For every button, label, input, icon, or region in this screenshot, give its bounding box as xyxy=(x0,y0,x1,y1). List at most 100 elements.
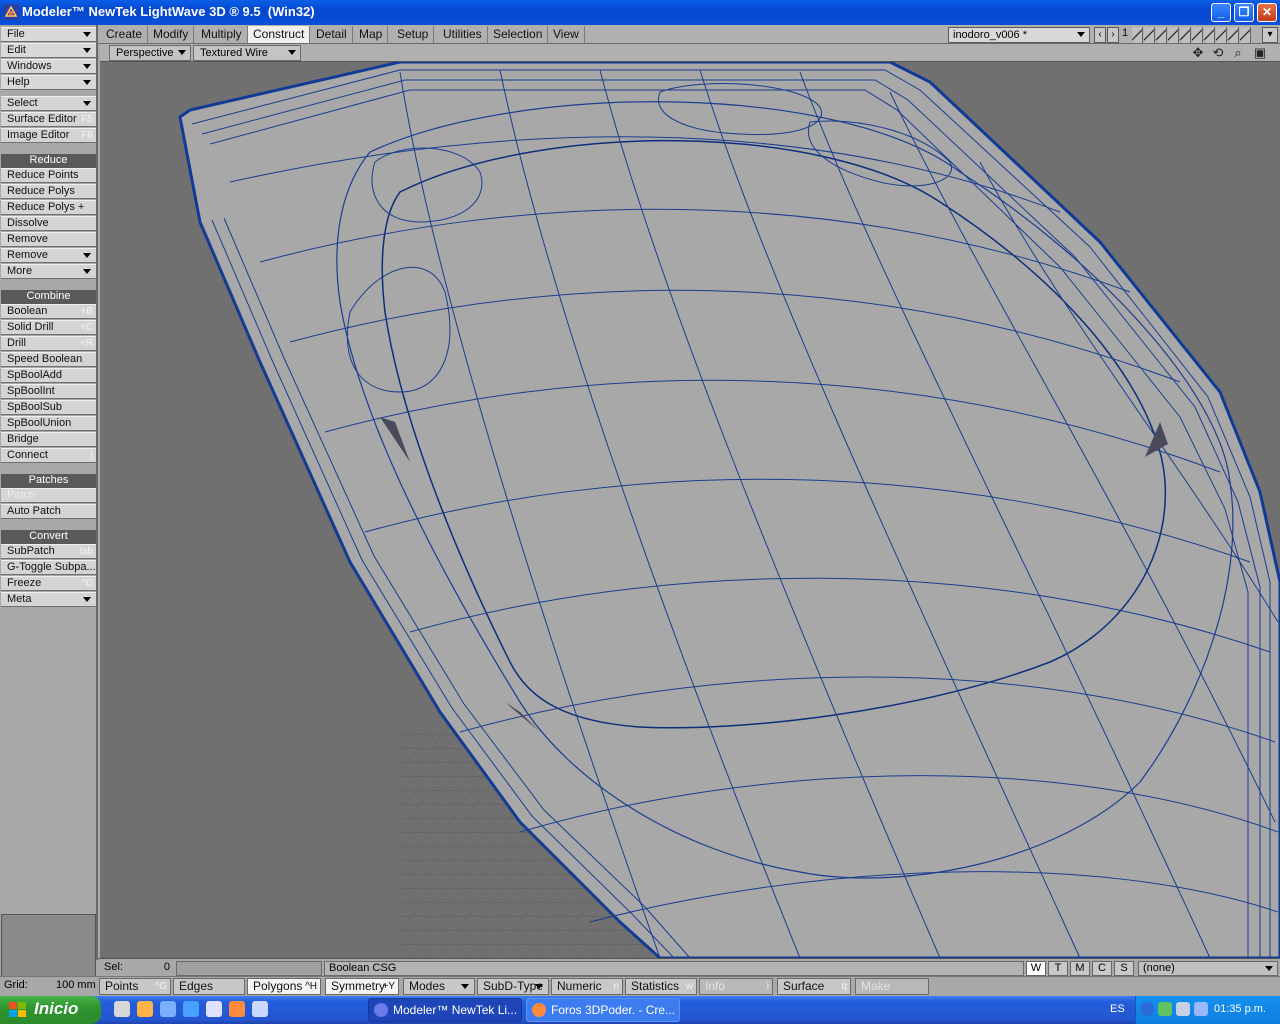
network-icon[interactable] xyxy=(1176,1002,1190,1016)
quicklaunch-icon[interactable] xyxy=(114,1001,130,1017)
spboolsub-button[interactable]: SpBoolSub xyxy=(1,400,96,415)
rotate-view-icon[interactable]: ⟲ xyxy=(1210,45,1226,61)
help-menu[interactable]: Help xyxy=(1,75,96,90)
wtmcs-toggle-t[interactable]: T xyxy=(1048,961,1068,976)
minimize-button[interactable]: _ xyxy=(1211,3,1231,22)
object-selector[interactable]: inodoro_v006 * xyxy=(948,27,1090,43)
language-indicator[interactable]: ES xyxy=(1110,1003,1125,1015)
layer-menu-button[interactable]: ▾ xyxy=(1262,27,1278,43)
reduce-points-button[interactable]: Reduce Points xyxy=(1,168,96,183)
edges-mode-button[interactable]: Edges xyxy=(173,978,245,995)
remove-menu[interactable]: Remove xyxy=(1,248,96,263)
wtmcs-toggle-w[interactable]: W xyxy=(1026,961,1046,976)
wtmcs-toggle-m[interactable]: M xyxy=(1070,961,1090,976)
layer-slot[interactable] xyxy=(1192,27,1203,43)
quicklaunch-icon[interactable] xyxy=(137,1001,153,1017)
close-button[interactable]: ✕ xyxy=(1257,3,1277,22)
more-menu[interactable]: More xyxy=(1,264,96,279)
layer-slot[interactable] xyxy=(1180,27,1191,43)
wtmcs-toggle-s[interactable]: S xyxy=(1114,961,1134,976)
tab-view[interactable]: View xyxy=(548,26,585,43)
modes-menu[interactable]: Modes xyxy=(403,978,475,995)
taskbar-item-firefox[interactable]: Foros 3DPoder. - Cre... xyxy=(526,998,680,1022)
move-view-icon[interactable]: ✥ xyxy=(1190,45,1206,61)
wtmcs-toggle-c[interactable]: C xyxy=(1092,961,1112,976)
statistics-button[interactable]: Statistics w xyxy=(625,978,697,995)
start-button[interactable]: Inicio xyxy=(0,996,101,1024)
reduce-polys-plus-button[interactable]: Reduce Polys + xyxy=(1,200,96,215)
tab-map[interactable]: Map xyxy=(354,26,389,43)
render-mode-select[interactable]: Textured Wire xyxy=(193,45,301,61)
perspective-viewport[interactable] xyxy=(100,62,1280,958)
layer-slot[interactable] xyxy=(1156,27,1167,43)
layer-slot[interactable] xyxy=(1132,27,1143,43)
edit-menu[interactable]: Edit xyxy=(1,43,96,58)
maximize-view-icon[interactable]: ▣ xyxy=(1252,45,1268,61)
surface-filter-select[interactable]: (none) xyxy=(1138,961,1278,976)
zoom-view-icon[interactable]: ⌕ xyxy=(1230,45,1246,61)
boolean-button[interactable]: Boolean +B xyxy=(1,304,96,319)
help-menu-label: Help xyxy=(7,76,30,88)
restore-button[interactable]: ❐ xyxy=(1234,3,1254,22)
chevron-down-icon xyxy=(178,50,186,55)
layer-slot[interactable] xyxy=(1144,27,1155,43)
subpatch-button[interactable]: SubPatch tab xyxy=(1,544,96,559)
layer-slot[interactable] xyxy=(1216,27,1227,43)
points-mode-button[interactable]: Points ^G xyxy=(99,978,171,995)
prev-layer-button[interactable]: ‹ xyxy=(1094,27,1106,43)
layer-slot[interactable] xyxy=(1240,27,1251,43)
layer-slot[interactable] xyxy=(1204,27,1215,43)
tab-selection[interactable]: Selection xyxy=(488,26,549,43)
meta-menu[interactable]: Meta xyxy=(1,592,96,607)
firefox-icon[interactable] xyxy=(229,1001,245,1017)
speed-boolean-button[interactable]: Speed Boolean xyxy=(1,352,96,367)
tab-modify[interactable]: Modify xyxy=(148,26,195,43)
symmetry-toggle[interactable]: Symmetry +Y xyxy=(325,978,399,995)
spbooladd-button[interactable]: SpBoolAdd xyxy=(1,368,96,383)
layer-slot[interactable] xyxy=(1228,27,1239,43)
view-mode-select[interactable]: Perspective xyxy=(109,45,191,61)
surface-editor-button[interactable]: Surface Editor F5 xyxy=(1,112,96,127)
tab-construct[interactable]: Construct xyxy=(248,26,311,43)
network-icon[interactable] xyxy=(1158,1002,1172,1016)
spboolunion-button[interactable]: SpBoolUnion xyxy=(1,416,96,431)
layer-slot[interactable] xyxy=(1168,27,1179,43)
remove-button[interactable]: Remove xyxy=(1,232,96,247)
taskbar-item-modeler[interactable]: Modeler™ NewTek Li... xyxy=(368,998,522,1022)
info-button[interactable]: Info i xyxy=(699,978,773,995)
quicklaunch-icon[interactable] xyxy=(160,1001,176,1017)
surface-button[interactable]: Surface q xyxy=(777,978,851,995)
quicklaunch-icon[interactable] xyxy=(183,1001,199,1017)
button-label: G-Toggle Subpa... xyxy=(7,561,96,573)
next-layer-button[interactable]: › xyxy=(1107,27,1119,43)
tab-multiply[interactable]: Multiply xyxy=(196,26,248,43)
g-toggle-subpatch-button[interactable]: G-Toggle Subpa... xyxy=(1,560,96,575)
quicklaunch-icon[interactable] xyxy=(206,1001,222,1017)
reduce-polys-button[interactable]: Reduce Polys xyxy=(1,184,96,199)
file-menu[interactable]: File xyxy=(1,27,96,42)
button-label: Polygons xyxy=(253,979,303,993)
spboolint-button[interactable]: SpBoolInt xyxy=(1,384,96,399)
dissolve-button[interactable]: Dissolve xyxy=(1,216,96,231)
drill-button[interactable]: Drill +R xyxy=(1,336,96,351)
tab-utilities[interactable]: Utilities xyxy=(438,26,488,43)
subd-type-menu[interactable]: SubD-Type xyxy=(477,978,549,995)
select-menu[interactable]: Select xyxy=(1,96,96,111)
patch-button[interactable]: Patch xyxy=(1,488,96,503)
polygons-mode-button[interactable]: Polygons ^H xyxy=(247,978,321,995)
windows-menu[interactable]: Windows xyxy=(1,59,96,74)
numeric-button[interactable]: Numeric n xyxy=(551,978,623,995)
tab-create[interactable]: Create xyxy=(101,26,149,43)
freeze-button[interactable]: Freeze ^D xyxy=(1,576,96,591)
quicklaunch-icon[interactable] xyxy=(252,1001,268,1017)
connect-button[interactable]: Connect | xyxy=(1,448,96,463)
tab-setup[interactable]: Setup xyxy=(392,26,435,43)
tab-detail[interactable]: Detail xyxy=(311,26,353,43)
bridge-button[interactable]: Bridge xyxy=(1,432,96,447)
tray-expand-icon[interactable] xyxy=(1140,1002,1154,1016)
solid-drill-button[interactable]: Solid Drill +C xyxy=(1,320,96,335)
volume-icon[interactable] xyxy=(1194,1002,1208,1016)
image-editor-button[interactable]: Image Editor F6 xyxy=(1,128,96,143)
make-button[interactable]: Make xyxy=(855,978,929,995)
auto-patch-button[interactable]: Auto Patch xyxy=(1,504,96,519)
